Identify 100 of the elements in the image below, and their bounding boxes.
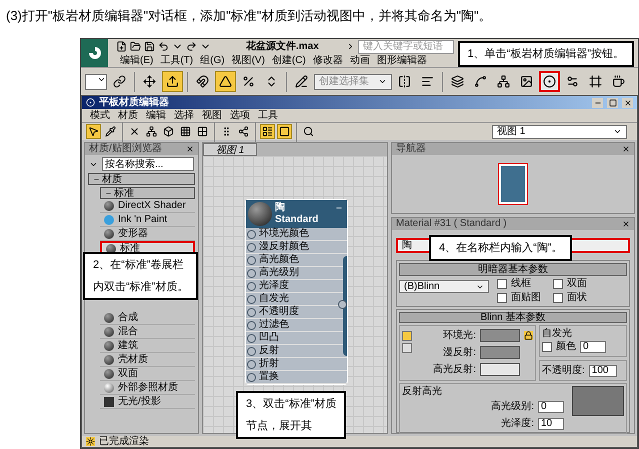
magnet-icon xyxy=(196,75,209,88)
window-control-button[interactable] xyxy=(622,98,633,108)
matte-swatch-icon xyxy=(104,396,114,406)
menu-item[interactable]: 编辑(E) xyxy=(120,56,154,66)
align-icon xyxy=(421,75,434,88)
material-list-item[interactable]: 混合 xyxy=(100,325,195,339)
app-icon xyxy=(86,98,95,107)
field-label: 高光级别: xyxy=(491,400,534,414)
material-list-item[interactable]: 壳材质 xyxy=(100,353,195,367)
view-tab[interactable]: 视图 1 xyxy=(203,143,258,156)
value-field[interactable]: 0 xyxy=(580,340,606,352)
group-header[interactable]: 标准 xyxy=(100,187,195,199)
menu-item[interactable]: 选项 xyxy=(230,110,250,120)
toolbar-button[interactable] xyxy=(162,71,183,92)
window-control-button[interactable] xyxy=(607,98,618,108)
pencil-icon xyxy=(295,75,308,88)
toolbar-button[interactable] xyxy=(103,124,118,139)
delete-icon xyxy=(129,126,140,137)
step-tooltip: 1、单击“板岩材质编辑器”按钮。 xyxy=(458,41,634,67)
material-list-item[interactable]: Ink 'n Paint xyxy=(100,213,195,227)
sphere-swatch-icon xyxy=(104,340,114,350)
instruction-text: (3)打开"板岩材质编辑器"对话框，添加"标准"材质到活动视图中，并将其命名为"陶"。 xyxy=(6,8,493,24)
search-icon xyxy=(303,126,314,137)
window-control-button[interactable] xyxy=(592,98,603,108)
material-list-item[interactable]: 合成 xyxy=(100,311,195,325)
toolbar-button[interactable] xyxy=(277,124,292,139)
rollout-header[interactable]: 明暗器基本参数 xyxy=(399,263,627,276)
shader-dropdown[interactable]: (B)Blinn xyxy=(399,280,489,293)
menu-item[interactable]: 工具 xyxy=(258,110,278,120)
toolbar-button[interactable] xyxy=(215,71,236,92)
checkbox[interactable] xyxy=(553,279,563,289)
material-list-item[interactable]: 无光/投影 xyxy=(100,395,195,409)
mirror-icon xyxy=(398,75,411,88)
toolbar-button[interactable] xyxy=(161,124,176,139)
slot-label: 不透明度 xyxy=(259,307,299,317)
folder-icon[interactable] xyxy=(130,41,141,52)
app-logo-icon[interactable] xyxy=(81,39,108,67)
undo-icon[interactable] xyxy=(158,41,169,52)
slot-label: 光泽度 xyxy=(259,281,289,291)
color-swatch[interactable] xyxy=(480,346,520,359)
checkbox[interactable] xyxy=(497,293,507,303)
material-list-item[interactable]: 双面 xyxy=(100,367,195,381)
search-field[interactable]: 键入关键字或短语 xyxy=(358,40,454,54)
menu-item[interactable]: 修改器 xyxy=(312,56,343,66)
close-icon[interactable] xyxy=(622,220,630,228)
output-socket-icon[interactable] xyxy=(338,300,347,309)
menu-item[interactable]: 动画 xyxy=(350,56,370,66)
navigator-viewport[interactable] xyxy=(499,164,527,204)
toolbar-button[interactable] xyxy=(260,124,275,139)
highlight-curve-preview xyxy=(572,386,624,416)
toolbar-button[interactable] xyxy=(236,124,251,139)
close-icon[interactable] xyxy=(186,145,194,153)
menu-item[interactable]: 视图(V) xyxy=(232,56,265,66)
toolbar-button[interactable] xyxy=(195,124,210,139)
sphere-swatch-icon xyxy=(104,228,114,238)
toolbar-button[interactable] xyxy=(178,124,193,139)
redo-icon[interactable] xyxy=(186,41,197,52)
field-label: 不透明度: xyxy=(542,364,585,378)
map-icon[interactable] xyxy=(402,343,412,353)
checkbox-label: 颜色 xyxy=(556,340,576,354)
color-swatch[interactable] xyxy=(480,329,520,342)
checkbox[interactable] xyxy=(553,293,563,303)
material-node[interactable]: 陶 Standard 环境光颜色 漫反射颜色 高光颜色 高光级别 光泽度 自发光 不透明度 过滤色 凹凸 反射 折射 置换 xyxy=(245,199,348,385)
value-field[interactable]: 100 xyxy=(588,364,617,376)
search-field[interactable]: 按名称搜索... xyxy=(102,157,194,171)
material-list-item[interactable]: 外部参照材质 xyxy=(100,381,195,395)
group-header[interactable]: 材质 xyxy=(88,173,195,185)
menu-item[interactable]: 视图 xyxy=(202,110,222,120)
view-dropdown[interactable]: 视图 1 xyxy=(492,124,627,138)
dropdown[interactable] xyxy=(85,74,107,90)
close-icon[interactable] xyxy=(622,145,630,153)
value-field[interactable]: 0 xyxy=(538,400,564,412)
toolbar-button[interactable] xyxy=(539,71,560,92)
slot-label: 漫反射颜色 xyxy=(259,242,309,252)
menu-item[interactable]: 工具(T) xyxy=(160,56,194,66)
new-file-icon[interactable] xyxy=(116,41,127,52)
move-icon xyxy=(143,75,156,88)
toolbar-button[interactable] xyxy=(144,124,159,139)
rollout-header[interactable]: Blinn 基本参数 xyxy=(399,312,627,323)
material-list-item[interactable]: 建筑 xyxy=(100,339,195,353)
checkbox[interactable] xyxy=(542,342,552,352)
color-link-icon[interactable] xyxy=(402,331,412,341)
material-list-item[interactable]: DirectX Shader xyxy=(100,199,195,213)
color-swatch[interactable] xyxy=(480,363,520,376)
value-field[interactable]: 10 xyxy=(538,418,564,430)
toolbar-button[interactable] xyxy=(301,124,316,139)
percent-icon xyxy=(242,75,255,88)
toolbar-button[interactable] xyxy=(86,124,101,139)
lock-icon[interactable] xyxy=(524,331,533,340)
menu-item[interactable]: 组(G) xyxy=(200,56,225,66)
menu-item[interactable]: 材质 xyxy=(118,110,138,120)
checkbox[interactable] xyxy=(497,279,507,289)
menu-item[interactable]: 选择 xyxy=(174,110,194,120)
angle-icon xyxy=(219,75,232,88)
color-label: 漫反射: xyxy=(443,346,476,360)
menu-item[interactable]: 编辑 xyxy=(146,110,166,120)
menu-item[interactable]: 图形编辑器 xyxy=(376,56,427,66)
menu-item[interactable]: 创建(C) xyxy=(272,56,306,66)
menu-item[interactable]: 模式 xyxy=(90,110,110,120)
save-icon[interactable] xyxy=(144,41,155,52)
